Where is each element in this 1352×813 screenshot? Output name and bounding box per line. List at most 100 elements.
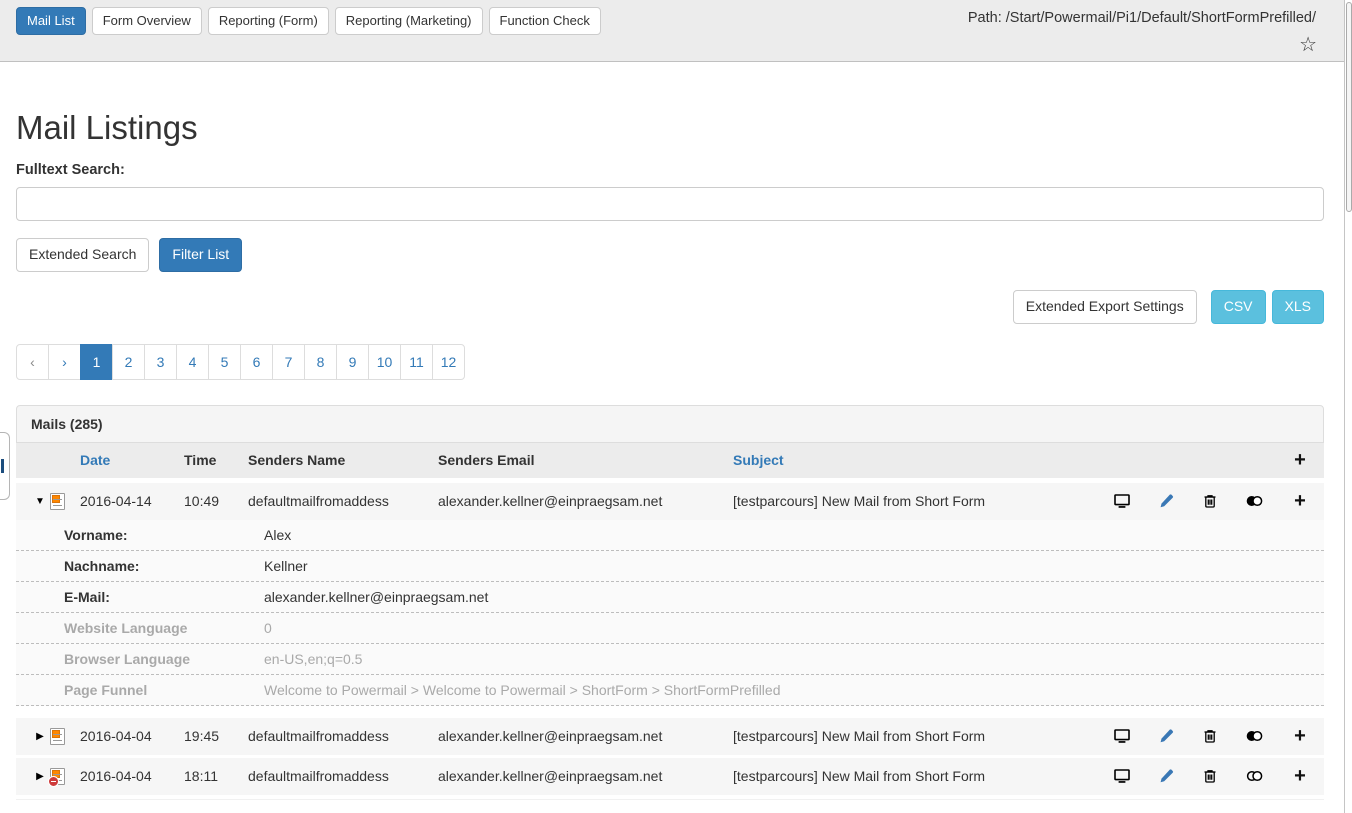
mail-sender-email: alexander.kellner@einpraegsam.net (438, 728, 733, 744)
table-row: ▶ 2016-04-0419:45defaultmailfromaddessale… (16, 715, 1324, 755)
detail-value: Kellner (264, 558, 1324, 574)
detail-label: Nachname: (64, 558, 264, 574)
fulltext-search-label: Fulltext Search: (16, 162, 1324, 178)
detail-label: Page Funnel (64, 682, 264, 698)
mails-panel: Mails (285) Date Time Senders Name Sende… (16, 405, 1324, 800)
csv-export-button[interactable]: CSV (1211, 290, 1266, 324)
module-topbar: Mail ListForm OverviewReporting (Form)Re… (0, 0, 1344, 62)
scrollbar-thumb[interactable] (1346, 2, 1352, 212)
delete-icon[interactable] (1188, 493, 1232, 509)
breadcrumb-path: Path: /Start/Powermail/Pi1/Default/Short… (968, 10, 1316, 26)
mail-time: 19:45 (184, 728, 248, 744)
mail-sender-name: defaultmailfromaddess (248, 768, 438, 784)
tab-form-overview[interactable]: Form Overview (92, 7, 202, 35)
edit-icon[interactable] (1144, 728, 1188, 744)
pagination-page-6[interactable]: 6 (240, 344, 273, 380)
mail-record-icon (50, 493, 65, 510)
extended-search-button[interactable]: Extended Search (16, 238, 149, 272)
pagination-page-2[interactable]: 2 (112, 344, 145, 380)
add-icon[interactable]: + (1276, 766, 1324, 786)
column-header-senders-email: Senders Email (438, 452, 733, 468)
tab-reporting-form[interactable]: Reporting (Form) (208, 7, 329, 35)
detail-value: alexander.kellner@einpraegsam.net (264, 589, 1324, 605)
xls-export-button[interactable]: XLS (1272, 290, 1324, 324)
panel-title: Mails (285) (16, 405, 1324, 443)
fulltext-search-input[interactable] (16, 187, 1324, 221)
tab-function-check[interactable]: Function Check (489, 7, 601, 35)
filter-list-button[interactable]: Filter List (159, 238, 242, 272)
scrollbar[interactable] (1344, 0, 1352, 813)
column-header-date[interactable]: Date (80, 452, 184, 468)
detail-row-vorname: Vorname:Alex (16, 520, 1324, 551)
bookmark-star-icon[interactable]: ☆ (1299, 35, 1317, 55)
mail-sender-name: defaultmailfromaddess (248, 493, 438, 509)
detail-row-browser-language: Browser Languageen-US,en;q=0.5 (16, 644, 1324, 675)
pagination-page-10[interactable]: 10 (368, 344, 401, 380)
detail-value: Alex (264, 527, 1324, 543)
mail-sender-email: alexander.kellner@einpraegsam.net (438, 493, 733, 509)
pagination-page-9[interactable]: 9 (336, 344, 369, 380)
mail-time: 10:49 (184, 493, 248, 509)
mail-record-icon (50, 728, 65, 745)
pagetree-collapse-handle[interactable] (0, 432, 10, 500)
detail-label: Website Language (64, 620, 264, 636)
detail-row-website-language: Website Language0 (16, 613, 1324, 644)
toggle-visibility-icon[interactable] (1232, 728, 1276, 744)
display-icon[interactable] (1100, 493, 1144, 509)
expand-caret-icon[interactable]: ▶ (30, 731, 50, 742)
toggle-visibility-icon[interactable] (1232, 493, 1276, 509)
mail-subject: [testparcours] New Mail from Short Form (733, 493, 1100, 509)
add-column-icon[interactable]: + (1276, 449, 1324, 472)
search-actions: Extended Search Filter List (16, 238, 1324, 272)
edit-icon[interactable] (1144, 493, 1188, 509)
mail-table-body: ▼2016-04-1410:49defaultmailfromaddessale… (16, 480, 1324, 795)
tab-mail-list[interactable]: Mail List (16, 7, 86, 35)
column-header-subject[interactable]: Subject (733, 452, 1100, 468)
extended-export-settings-button[interactable]: Extended Export Settings (1013, 290, 1197, 324)
edit-icon[interactable] (1144, 768, 1188, 784)
table-row: ▼ 2016-04-1410:49defaultmailfromaddessale… (16, 480, 1324, 520)
expand-caret-icon[interactable]: ▶ (30, 771, 50, 782)
pagination-page-4[interactable]: 4 (176, 344, 209, 380)
add-icon[interactable]: + (1276, 726, 1324, 746)
pagination-page-7[interactable]: 7 (272, 344, 305, 380)
pagination-page-8[interactable]: 8 (304, 344, 337, 380)
tab-reporting-marketing[interactable]: Reporting (Marketing) (335, 7, 483, 35)
delete-icon[interactable] (1188, 728, 1232, 744)
column-header-time: Time (184, 452, 248, 468)
display-icon[interactable] (1100, 728, 1144, 744)
mail-time: 18:11 (184, 768, 248, 784)
mail-date: 2016-04-04 (80, 768, 184, 784)
add-icon[interactable]: + (1276, 491, 1324, 511)
mail-subject: [testparcours] New Mail from Short Form (733, 768, 1100, 784)
detail-label: E-Mail: (64, 589, 264, 605)
pagination-page-12[interactable]: 12 (432, 344, 465, 380)
detail-value: en-US,en;q=0.5 (264, 651, 1324, 667)
detail-row-page-funnel: Page FunnelWelcome to Powermail > Welcom… (16, 675, 1324, 706)
toggle-visibility-icon[interactable] (1232, 768, 1276, 784)
page-title: Mail Listings (16, 109, 1324, 147)
pagination-next[interactable]: › (48, 344, 81, 380)
detail-value: Welcome to Powermail > Welcome to Powerm… (264, 682, 1324, 698)
table-row: ▶2016-04-0418:11defaultmailfromaddessale… (16, 755, 1324, 795)
pagination-page-11[interactable]: 11 (400, 344, 433, 380)
pagination-prev[interactable]: ‹ (16, 344, 49, 380)
next-row-peek (16, 795, 1324, 800)
pagination-page-3[interactable]: 3 (144, 344, 177, 380)
export-actions: Extended Export Settings CSV XLS (16, 290, 1324, 324)
collapse-caret-icon[interactable]: ▼ (30, 496, 50, 507)
detail-label: Browser Language (64, 651, 264, 667)
detail-value: 0 (264, 620, 1324, 636)
detail-row-e-mail: E-Mail:alexander.kellner@einpraegsam.net (16, 582, 1324, 613)
detail-label: Vorname: (64, 527, 264, 543)
mail-sender-name: defaultmailfromaddess (248, 728, 438, 744)
mail-date: 2016-04-04 (80, 728, 184, 744)
pagination-page-5[interactable]: 5 (208, 344, 241, 380)
delete-icon[interactable] (1188, 768, 1232, 784)
main-content: Mail Listings Fulltext Search: Extended … (0, 109, 1352, 800)
pagination-page-1[interactable]: 1 (80, 344, 113, 380)
pagination: ‹›123456789101112 (16, 344, 465, 380)
mail-date: 2016-04-14 (80, 493, 184, 509)
display-icon[interactable] (1100, 768, 1144, 784)
hidden-badge-icon (48, 776, 59, 787)
